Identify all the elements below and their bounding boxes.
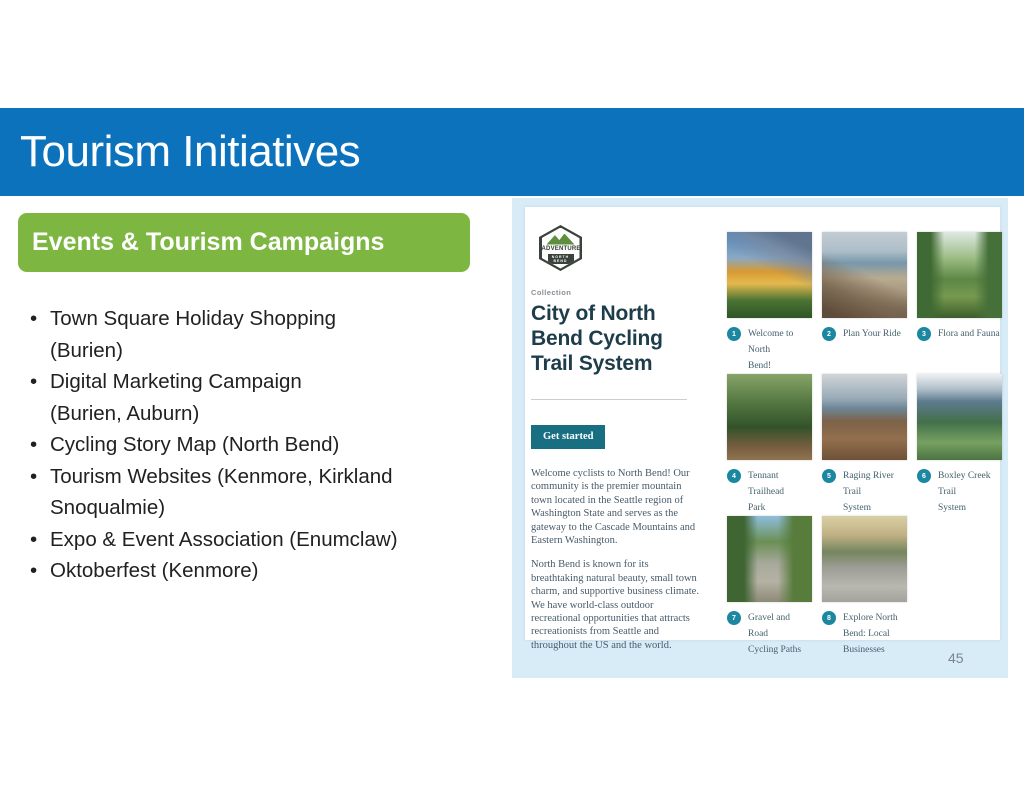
- storymap-page: ADVENTURE NORTH BEND Collection City of …: [525, 207, 1000, 640]
- trail-card[interactable]: 3 Flora and Fauna: [917, 232, 1002, 374]
- slide-title-bar: Tourism Initiatives: [0, 108, 1024, 196]
- trail-card-grid: 1Welcome to North Bend! 2Plan Your Ride …: [727, 232, 1005, 658]
- card-number-badge: 8: [822, 611, 836, 625]
- intro-text: Welcome cyclists to North Bend! Our comm…: [531, 467, 701, 652]
- list-item: Oktoberfest (Kenmore): [30, 555, 482, 587]
- card-label: Tennant Trailhead Park: [748, 468, 812, 516]
- card-number-badge: 1: [727, 327, 741, 341]
- trail-card[interactable]: 2 Plan Your Ride: [822, 232, 907, 374]
- section-banner: Events & Tourism Campaigns: [18, 213, 470, 272]
- card-number-badge: 6: [917, 469, 931, 483]
- get-started-button[interactable]: Get started: [531, 425, 605, 449]
- page-number: 45: [948, 650, 964, 666]
- list-item: Tourism Websites (Kenmore, Kirkland Snoq…: [30, 461, 482, 524]
- list-item: Cycling Story Map (North Bend): [30, 429, 482, 461]
- valley-view-photo: [917, 374, 1002, 460]
- card-label: Raging River Trail System: [843, 468, 907, 516]
- mountain-biker-photo: [822, 374, 907, 460]
- lakeshore-bike-photo: [822, 232, 907, 318]
- card-label: Welcome to North Bend!: [748, 326, 812, 374]
- card-label: Explore North Bend: Local Businesses: [843, 610, 898, 658]
- bullet-list: Town Square Holiday Shopping (Burien) Di…: [30, 303, 482, 587]
- trail-card[interactable]: 7 Gravel and Road Cycling Paths: [727, 516, 812, 658]
- autumn-mountain-photo: [727, 232, 812, 318]
- website-screenshot-panel: ADVENTURE NORTH BEND Collection City of …: [512, 198, 1008, 678]
- bullet-text: Tourism Websites (Kenmore, Kirkland Snoq…: [50, 465, 393, 520]
- trail-card[interactable]: 1 Welcome to North Bend!: [727, 232, 812, 374]
- card-label: Plan Your Ride: [843, 326, 901, 370]
- trail-card[interactable]: 8 Explore North Bend: Local Businesses: [822, 516, 907, 658]
- card-label: Boxley Creek Trail System: [938, 468, 1002, 516]
- storymap-title: City of North Bend Cycling Trail System: [531, 301, 701, 376]
- forest-trail-photo: [917, 232, 1002, 318]
- list-item: Town Square Holiday Shopping (Burien): [30, 303, 482, 366]
- adventure-north-bend-logo: ADVENTURE NORTH BEND: [539, 225, 582, 271]
- storymap-left-column: ADVENTURE NORTH BEND Collection City of …: [531, 225, 701, 652]
- card-number-badge: 4: [727, 469, 741, 483]
- mountains-icon: [547, 234, 575, 245]
- card-number-badge: 7: [727, 611, 741, 625]
- divider: [531, 399, 687, 400]
- bullet-text: Town Square Holiday Shopping (Burien): [50, 307, 336, 362]
- paragraph: North Bend is known for its breathtaking…: [531, 558, 701, 652]
- card-number-badge: 5: [822, 469, 836, 483]
- card-number-badge: 3: [917, 327, 931, 341]
- section-banner-label: Events & Tourism Campaigns: [32, 228, 384, 257]
- card-label: Gravel and Road Cycling Paths: [748, 610, 812, 658]
- gravel-road-photo: [727, 516, 812, 602]
- bullet-text: Expo & Event Association (Enumclaw): [50, 528, 398, 551]
- paragraph: Welcome cyclists to North Bend! Our comm…: [531, 467, 701, 547]
- bullet-text: Cycling Story Map (North Bend): [50, 433, 339, 456]
- list-item: Digital Marketing Campaign (Burien, Aubu…: [30, 366, 482, 429]
- logo-text: ADVENTURE: [542, 246, 580, 252]
- logo-subtext: NORTH BEND: [548, 254, 574, 264]
- list-item: Expo & Event Association (Enumclaw): [30, 524, 482, 556]
- slide-title: Tourism Initiatives: [20, 127, 360, 177]
- presentation-slide: Tourism Initiatives Events & Tourism Cam…: [0, 0, 1024, 791]
- card-number-badge: 2: [822, 327, 836, 341]
- bullet-text: Oktoberfest (Kenmore): [50, 559, 259, 582]
- card-label: Flora and Fauna: [938, 326, 1000, 370]
- bullet-text: Digital Marketing Campaign (Burien, Aubu…: [50, 370, 302, 425]
- trail-card[interactable]: 6 Boxley Creek Trail System: [917, 374, 1002, 516]
- downtown-street-photo: [822, 516, 907, 602]
- collection-label: Collection: [531, 288, 701, 297]
- trail-card[interactable]: 5 Raging River Trail System: [822, 374, 907, 516]
- trail-card[interactable]: 4 Tennant Trailhead Park: [727, 374, 812, 516]
- trailhead-forest-photo: [727, 374, 812, 460]
